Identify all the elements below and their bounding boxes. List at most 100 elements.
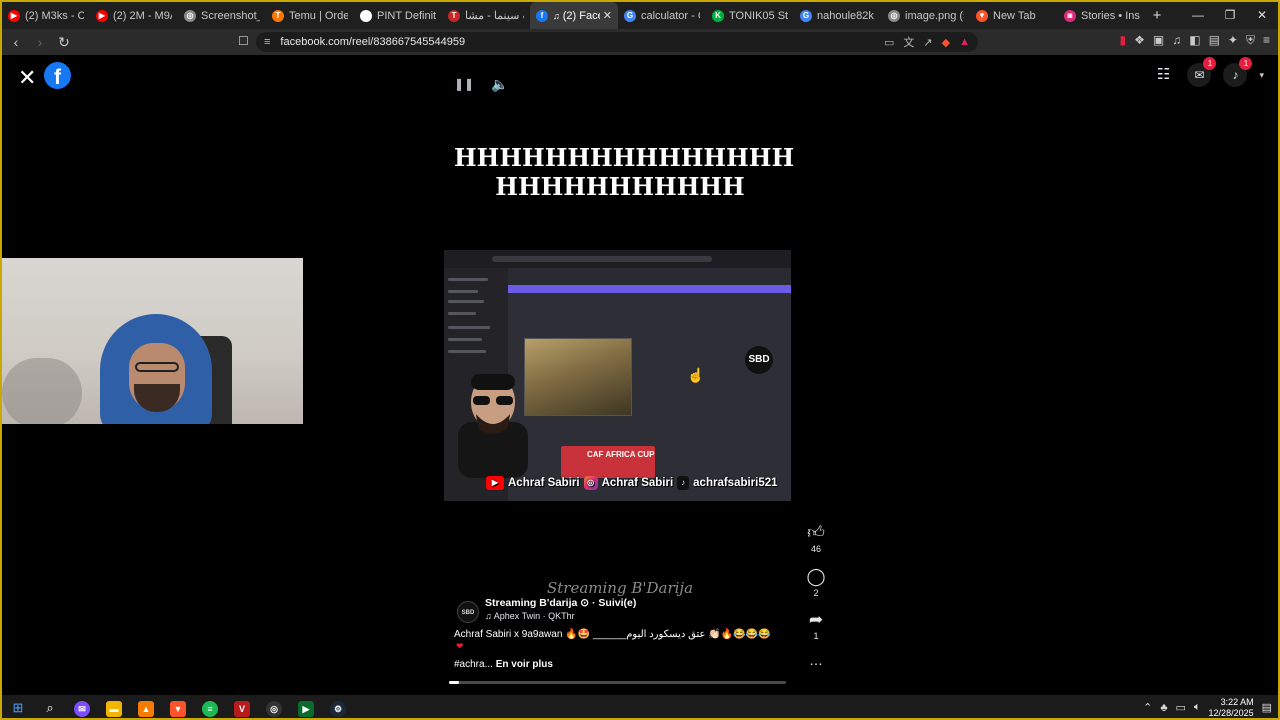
page-name-link[interactable]: Streaming B'darija ⊙ · Suivi(e)	[485, 597, 636, 609]
volume-icon[interactable]: 🔈	[491, 76, 508, 93]
network-icon[interactable]: ▭	[1176, 701, 1186, 714]
file-explorer-icon[interactable]: ▬	[98, 695, 130, 718]
brave-shield-icon[interactable]: ◆	[942, 36, 950, 49]
comment-icon[interactable]: ◯	[802, 567, 830, 587]
browser-tab[interactable]: ▼ New Tab	[970, 2, 1058, 29]
more-action[interactable]: …	[802, 652, 830, 668]
share-arrow-icon[interactable]: ➦	[802, 610, 830, 630]
browser-tab[interactable]: ▶ (2) M3ks - CALI	[2, 2, 90, 29]
translate-icon[interactable]: 文	[903, 34, 914, 50]
more-dots-icon[interactable]: …	[802, 652, 830, 668]
tab-favicon-icon: T	[448, 9, 460, 22]
menu-grid-icon[interactable]: ☷	[1151, 63, 1175, 87]
media-player-icon[interactable]: ▶	[290, 695, 322, 718]
video-browser-topbar	[444, 250, 791, 268]
reel-video[interactable]: CAF AFRICA CUP SBD ▶ Achraf Sabiri ◎ Ach…	[444, 250, 791, 501]
speaker-icon[interactable]: 🔈︎	[1194, 701, 1201, 714]
profile-menu-icon[interactable]: ▾	[1259, 70, 1264, 81]
tab-title: (2) Face	[562, 9, 600, 22]
bookmark-icon[interactable]: ☐	[238, 34, 249, 48]
clock-date: 12/28/2025	[1208, 707, 1254, 718]
tab-favicon-icon: f	[536, 9, 548, 22]
app-launcher-icon[interactable]: ▲	[130, 695, 162, 718]
page-avatar[interactable]: SBD	[457, 601, 479, 623]
clock[interactable]: 3:22 AM 12/28/2025	[1209, 697, 1254, 719]
wallet-icon[interactable]: ▤	[1209, 33, 1220, 48]
like-action[interactable]: 👍︎ 46	[802, 522, 830, 554]
browser-tab[interactable]: T Temu | Orders	[266, 2, 354, 29]
hashtag-link[interactable]: #achra...	[454, 659, 493, 670]
like-thumb-icon[interactable]: 👍︎	[802, 522, 830, 543]
pause-icon[interactable]: ❚❚	[454, 77, 474, 91]
facebook-logo-icon[interactable]: f	[44, 62, 71, 89]
address-bar[interactable]: ≡ facebook.com/reel/838667545544959 ▭ 文 …	[256, 32, 978, 52]
header-actions: ☷ ✉ 1 ♪ 1 ▾	[1151, 57, 1264, 87]
search-icon[interactable]: ⌕	[34, 695, 66, 718]
menu-icon[interactable]: ≡	[1263, 33, 1270, 48]
browser-tab-bar: ▶ (2) M3ks - CALI ▶ (2) 2M - M9AW ◎ Screensho…	[2, 2, 1278, 29]
system-tray: ⌃ ♣ ▭ 🔈︎ 3:22 AM 12/28/2025 ▤	[1143, 695, 1272, 719]
tab-title: (2) 2M - M9AW	[113, 9, 172, 22]
browser-tab[interactable]: f ♫ (2) Face ✕	[530, 2, 618, 29]
brave-rewards-icon[interactable]: ▲	[959, 36, 970, 48]
cast-icon[interactable]: ▭	[884, 36, 894, 49]
maximize-button[interactable]: ❐	[1214, 2, 1246, 29]
obs-icon[interactable]: ◎	[258, 695, 290, 718]
forward-icon[interactable]: ›	[30, 34, 50, 50]
mouse-cursor-icon: ☝	[687, 367, 705, 383]
tab-title: image.png (559	[905, 9, 964, 22]
tab-favicon-icon: K	[712, 9, 724, 22]
brave-browser-icon[interactable]: ▼	[162, 695, 194, 718]
back-icon[interactable]: ‹	[6, 34, 26, 50]
browser-tab[interactable]: T توب سينما - مشا	[442, 2, 530, 29]
sidebar-icon[interactable]: ◧	[1189, 33, 1200, 48]
tab-close-icon[interactable]: ✕	[600, 9, 612, 22]
messenger-icon[interactable]: ✉ 1	[1187, 57, 1217, 87]
reel-caption: Achraf Sabiri x 9a9awan 🔥🤩 ______عتق ديس…	[454, 629, 771, 640]
comment-action[interactable]: ◯ 2	[802, 567, 830, 598]
tab-title: Temu | Orders	[289, 9, 348, 22]
voicemeeter-icon[interactable]: V	[226, 695, 258, 718]
browser-tab[interactable]: Gcalculator - Goo	[618, 2, 706, 29]
browser-tab[interactable]: ▶ (2) 2M - M9AW	[90, 2, 178, 29]
browser-tab[interactable]: ● PINT Definition	[354, 2, 442, 29]
url-text[interactable]: facebook.com/reel/838667545544959	[280, 36, 465, 48]
browser-tab[interactable]: Gnahoule82k - G	[794, 2, 882, 29]
share-action[interactable]: ➦ 1	[802, 610, 830, 641]
see-more-link[interactable]: En voir plus	[496, 659, 553, 670]
browser-tab[interactable]: ◎ image.png (559	[882, 2, 970, 29]
music-track-link[interactable]: ♫ Aphex Twin · QKThr	[485, 611, 575, 621]
messenger-app-icon[interactable]: ✉	[66, 695, 98, 718]
share-icon[interactable]: ↗	[923, 36, 932, 49]
windows-start-icon[interactable]: ⊞	[2, 695, 34, 718]
puzzle-icon[interactable]: ❖	[1134, 33, 1145, 48]
tray-chevron-icon[interactable]: ⌃	[1143, 701, 1152, 714]
reload-icon[interactable]: ↻	[54, 34, 74, 51]
site-info-icon[interactable]: ≡	[264, 36, 270, 48]
close-window-button[interactable]: ✕	[1246, 2, 1278, 29]
video-banner-text: CAF AFRICA CUP	[587, 450, 655, 459]
leo-icon[interactable]: ✦	[1228, 33, 1238, 48]
browser-tab[interactable]: K TONIK05 St	[706, 2, 794, 29]
close-reel-button[interactable]: ✕	[18, 65, 36, 91]
instagram-handle: Achraf Sabiri	[601, 477, 674, 489]
screenshot-icon[interactable]: ▣	[1153, 33, 1164, 48]
steam-icon[interactable]: ⚙	[322, 695, 354, 718]
microphone-icon[interactable]: ♣	[1160, 702, 1167, 714]
video-address-bar	[492, 256, 712, 262]
browser-tab[interactable]: ◎ Screenshot_202	[178, 2, 266, 29]
music-icon[interactable]: ♫	[1172, 33, 1181, 48]
tab-audio-icon[interactable]: ♫	[553, 11, 560, 21]
instagram-icon: ◎	[583, 476, 598, 490]
extension-icon[interactable]: ▮	[1120, 33, 1127, 48]
comment-count: 2	[813, 588, 819, 598]
browser-tab[interactable]: ◙ Stories • Instag	[1058, 2, 1146, 29]
minimize-button[interactable]: —	[1182, 2, 1214, 29]
video-watermark-text: Streaming B'Darija	[546, 579, 694, 597]
vpn-icon[interactable]: ⛨	[1246, 33, 1255, 48]
new-tab-button[interactable]: +	[1146, 7, 1168, 24]
notifications-bell-icon[interactable]: ♪ 1	[1223, 57, 1253, 87]
spotify-icon[interactable]: ≡	[194, 695, 226, 718]
video-progress-bar[interactable]	[449, 681, 786, 684]
notification-center-icon[interactable]: ▤	[1262, 701, 1272, 714]
